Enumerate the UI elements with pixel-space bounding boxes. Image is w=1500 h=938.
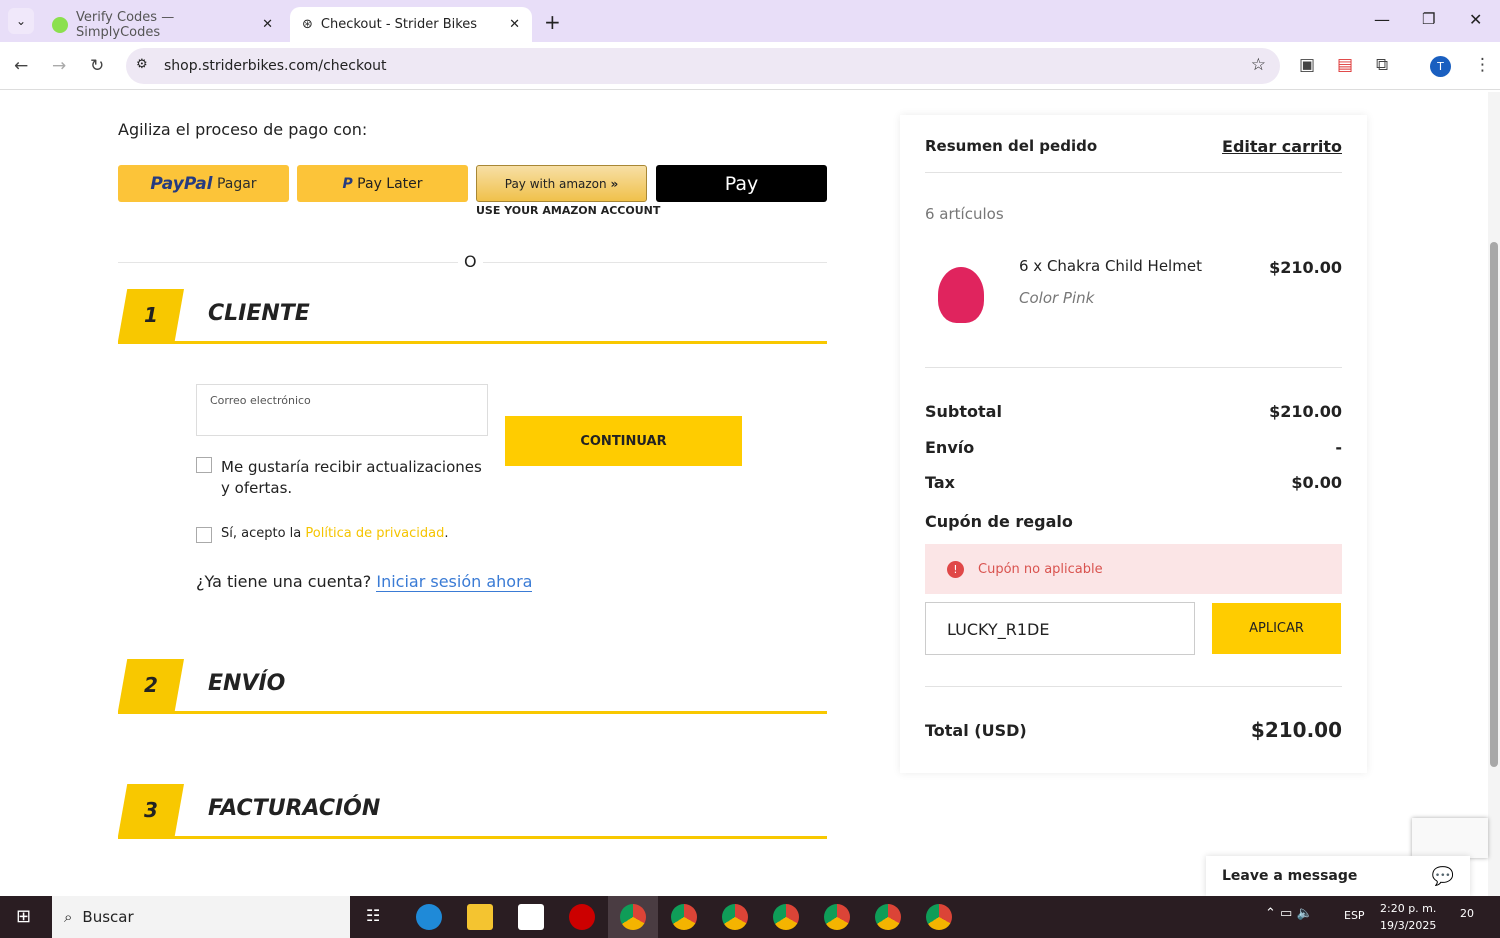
new-tab-button[interactable]: + — [544, 10, 561, 34]
coupon-error-alert: ! Cupón no aplicable — [925, 544, 1342, 594]
scrollbar-thumb[interactable] — [1490, 242, 1498, 767]
helmet-image — [938, 267, 984, 323]
amazon-subtext: USE YOUR AMAZON ACCOUNT — [476, 204, 661, 217]
account-prompt: ¿Ya tiene una cuenta? Iniciar sesión aho… — [196, 572, 533, 592]
language-indicator[interactable]: ESP — [1344, 909, 1365, 922]
profile-avatar[interactable]: T — [1430, 56, 1451, 77]
edge-icon[interactable] — [416, 904, 442, 930]
apply-coupon-button[interactable]: APLICAR — [1212, 603, 1341, 654]
coupon-label: Cupón de regalo — [925, 512, 1073, 531]
chevrons-icon: » — [610, 176, 619, 191]
newsletter-label: Me gustaría recibir actualizaciones y of… — [221, 458, 482, 497]
back-icon[interactable]: ← — [14, 56, 28, 76]
section-cliente: 1 CLIENTE — [118, 289, 827, 344]
shipping-row: Envío - — [925, 438, 1342, 457]
coupon-input[interactable]: LUCKY_R1DE — [925, 602, 1195, 655]
search-icon: ⌕ — [64, 908, 73, 926]
amazon-pay-button[interactable]: Pay with amazon » — [476, 165, 647, 202]
tax-row: Tax $0.00 — [925, 473, 1342, 492]
file-explorer-icon[interactable] — [467, 904, 493, 930]
item-count: 6 artículos — [925, 205, 1004, 223]
divider — [925, 686, 1342, 687]
privacy-checkbox[interactable] — [196, 527, 212, 543]
menu-icon[interactable]: ⋮ — [1474, 55, 1491, 75]
taskbar-search[interactable]: ⌕ Buscar — [52, 896, 350, 938]
simplycodes-icon — [52, 16, 68, 33]
notifications-button[interactable]: 20 — [1460, 907, 1474, 920]
recaptcha-badge — [1412, 818, 1488, 858]
divider — [925, 367, 1342, 368]
tab-verify-codes[interactable]: Verify Codes — SimplyCodes ✕ — [40, 7, 285, 42]
paylater-button[interactable]: P Pay Later — [297, 165, 468, 202]
order-summary: Resumen del pedido Editar carrito 6 artíc… — [900, 115, 1367, 773]
newsletter-checkbox[interactable] — [196, 457, 212, 473]
chrome-icon[interactable] — [773, 904, 799, 930]
paypal-button[interactable]: PayPal Pagar — [118, 165, 289, 202]
clock[interactable]: 2:20 p. m. 19/3/2025 — [1380, 900, 1436, 934]
summary-title: Resumen del pedido — [925, 137, 1098, 155]
strider-icon: ⊛ — [302, 17, 313, 32]
bookmark-star-icon[interactable]: ☆ — [1251, 55, 1266, 75]
chat-bubble-icon: 💬 — [1431, 865, 1454, 887]
subtotal-row: Subtotal $210.00 — [925, 402, 1342, 421]
tab-search-button[interactable]: ⌄ — [8, 8, 34, 34]
maximize-button[interactable]: ❐ — [1422, 10, 1435, 28]
tab-bar: ⌄ Verify Codes — SimplyCodes ✕ ⊛ Checkou… — [0, 0, 1500, 42]
express-heading: Agiliza el proceso de pago con: — [118, 120, 368, 139]
extension-icon[interactable]: ▣ — [1299, 55, 1315, 75]
error-icon: ! — [947, 560, 964, 578]
reload-icon[interactable]: ↻ — [90, 56, 104, 76]
address-bar[interactable]: ⚙ shop.striderbikes.com/checkout ☆ — [126, 48, 1280, 84]
total-row: Total (USD) $210.00 — [925, 718, 1342, 742]
item-price: $210.00 — [1269, 258, 1342, 277]
email-field[interactable]: Correo electrónico — [196, 384, 488, 436]
privacy-link[interactable]: Política de privacidad — [305, 526, 444, 541]
scrollbar[interactable] — [1488, 92, 1500, 896]
task-view-icon[interactable]: ☷ — [366, 906, 380, 925]
section-envio: 2 ENVÍO — [118, 659, 827, 714]
forward-icon[interactable]: → — [52, 56, 66, 76]
item-name: 6 x Chakra Child Helmet — [1019, 257, 1202, 275]
login-link[interactable]: Iniciar sesión ahora — [376, 572, 533, 592]
or-divider-text: O — [458, 252, 483, 271]
close-tab-icon[interactable]: ✕ — [262, 17, 273, 32]
chrome-icon[interactable] — [926, 904, 952, 930]
windows-start-icon[interactable]: ⊞ — [16, 906, 31, 927]
privacy-label: Sí, acepto la Política de privacidad. — [221, 526, 449, 541]
continue-button[interactable]: CONTINUAR — [505, 416, 742, 466]
section-facturacion: 3 FACTURACIÓN — [118, 784, 827, 839]
store-icon[interactable] — [518, 904, 544, 930]
divider — [925, 172, 1342, 173]
chrome-icon[interactable] — [875, 904, 901, 930]
app-icon[interactable] — [569, 904, 595, 930]
minimize-button[interactable]: — — [1374, 10, 1390, 29]
extensions-puzzle-icon[interactable]: ⧉ — [1376, 55, 1388, 75]
chrome-icon[interactable] — [620, 904, 646, 930]
browser-toolbar: ← → ↻ ⚙ shop.striderbikes.com/checkout ☆… — [0, 42, 1500, 90]
site-info-icon[interactable]: ⚙ — [136, 57, 148, 72]
apple-pay-button[interactable]: Pay — [656, 165, 827, 202]
extension-icon[interactable]: ▤ — [1337, 55, 1353, 75]
close-window-button[interactable]: ✕ — [1469, 10, 1482, 29]
chrome-icon[interactable] — [824, 904, 850, 930]
close-tab-icon[interactable]: ✕ — [509, 17, 520, 32]
edit-cart-link[interactable]: Editar carrito — [1222, 137, 1342, 156]
chrome-icon[interactable] — [671, 904, 697, 930]
tray-icons[interactable]: ⌃ ▭ 🔈 — [1265, 906, 1313, 921]
chrome-icon[interactable] — [722, 904, 748, 930]
paypal-p-icon: P — [342, 175, 353, 192]
chat-widget[interactable]: Leave a message 💬 — [1206, 856, 1470, 896]
item-variant: Color Pink — [1019, 289, 1095, 307]
tab-checkout[interactable]: ⊛ Checkout - Strider Bikes ✕ — [290, 7, 532, 42]
